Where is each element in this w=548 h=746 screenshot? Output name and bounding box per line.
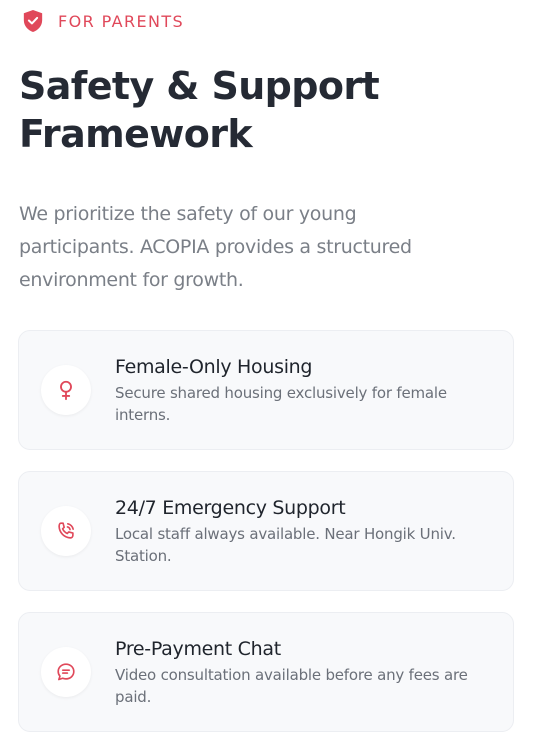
intro-line-2: participants. ACOPIA provides a structur… — [19, 236, 412, 258]
page-title-line-2: Framework — [19, 112, 253, 156]
intro-text: We prioritize the safety of our young pa… — [19, 198, 529, 297]
page-title-line-1: Safety & Support — [19, 64, 380, 108]
feature-icon-badge — [41, 365, 91, 415]
feature-list: Female-Only Housing Secure shared housin… — [18, 330, 514, 746]
page-title: Safety & Support Framework — [19, 62, 529, 158]
feature-title: Pre-Payment Chat — [115, 637, 281, 660]
feature-text: Female-Only Housing Secure shared housin… — [115, 355, 485, 426]
feature-text: 24/7 Emergency Support Local staff alway… — [115, 496, 485, 567]
feature-card-emergency-support: 24/7 Emergency Support Local staff alway… — [18, 471, 514, 591]
feature-description: Video consultation available before any … — [115, 665, 468, 706]
female-symbol-icon — [60, 380, 72, 401]
intro-line-3: environment for growth. — [19, 269, 244, 291]
feature-title: Female-Only Housing — [115, 355, 313, 378]
eyebrow-label: FOR PARENTS — [58, 11, 185, 31]
feature-title: 24/7 Emergency Support — [115, 496, 346, 519]
safety-support-section: FOR PARENTS Safety & Support Framework W… — [0, 0, 548, 746]
feature-text: Pre-Payment Chat Video consultation avai… — [115, 637, 485, 708]
chat-bubble-icon — [57, 663, 75, 681]
feature-description: Local staff always available. Near Hongi… — [115, 524, 456, 565]
shield-check-icon — [23, 10, 43, 32]
feature-description: Secure shared housing exclusively for fe… — [115, 383, 447, 424]
feature-icon-badge — [41, 506, 91, 556]
feature-card-female-housing: Female-Only Housing Secure shared housin… — [18, 330, 514, 450]
phone-call-icon — [58, 522, 74, 539]
intro-line-1: We prioritize the safety of our young — [19, 203, 357, 225]
eyebrow: FOR PARENTS — [22, 8, 184, 34]
feature-card-pre-payment-chat: Pre-Payment Chat Video consultation avai… — [18, 612, 514, 732]
feature-icon-badge — [41, 647, 91, 697]
